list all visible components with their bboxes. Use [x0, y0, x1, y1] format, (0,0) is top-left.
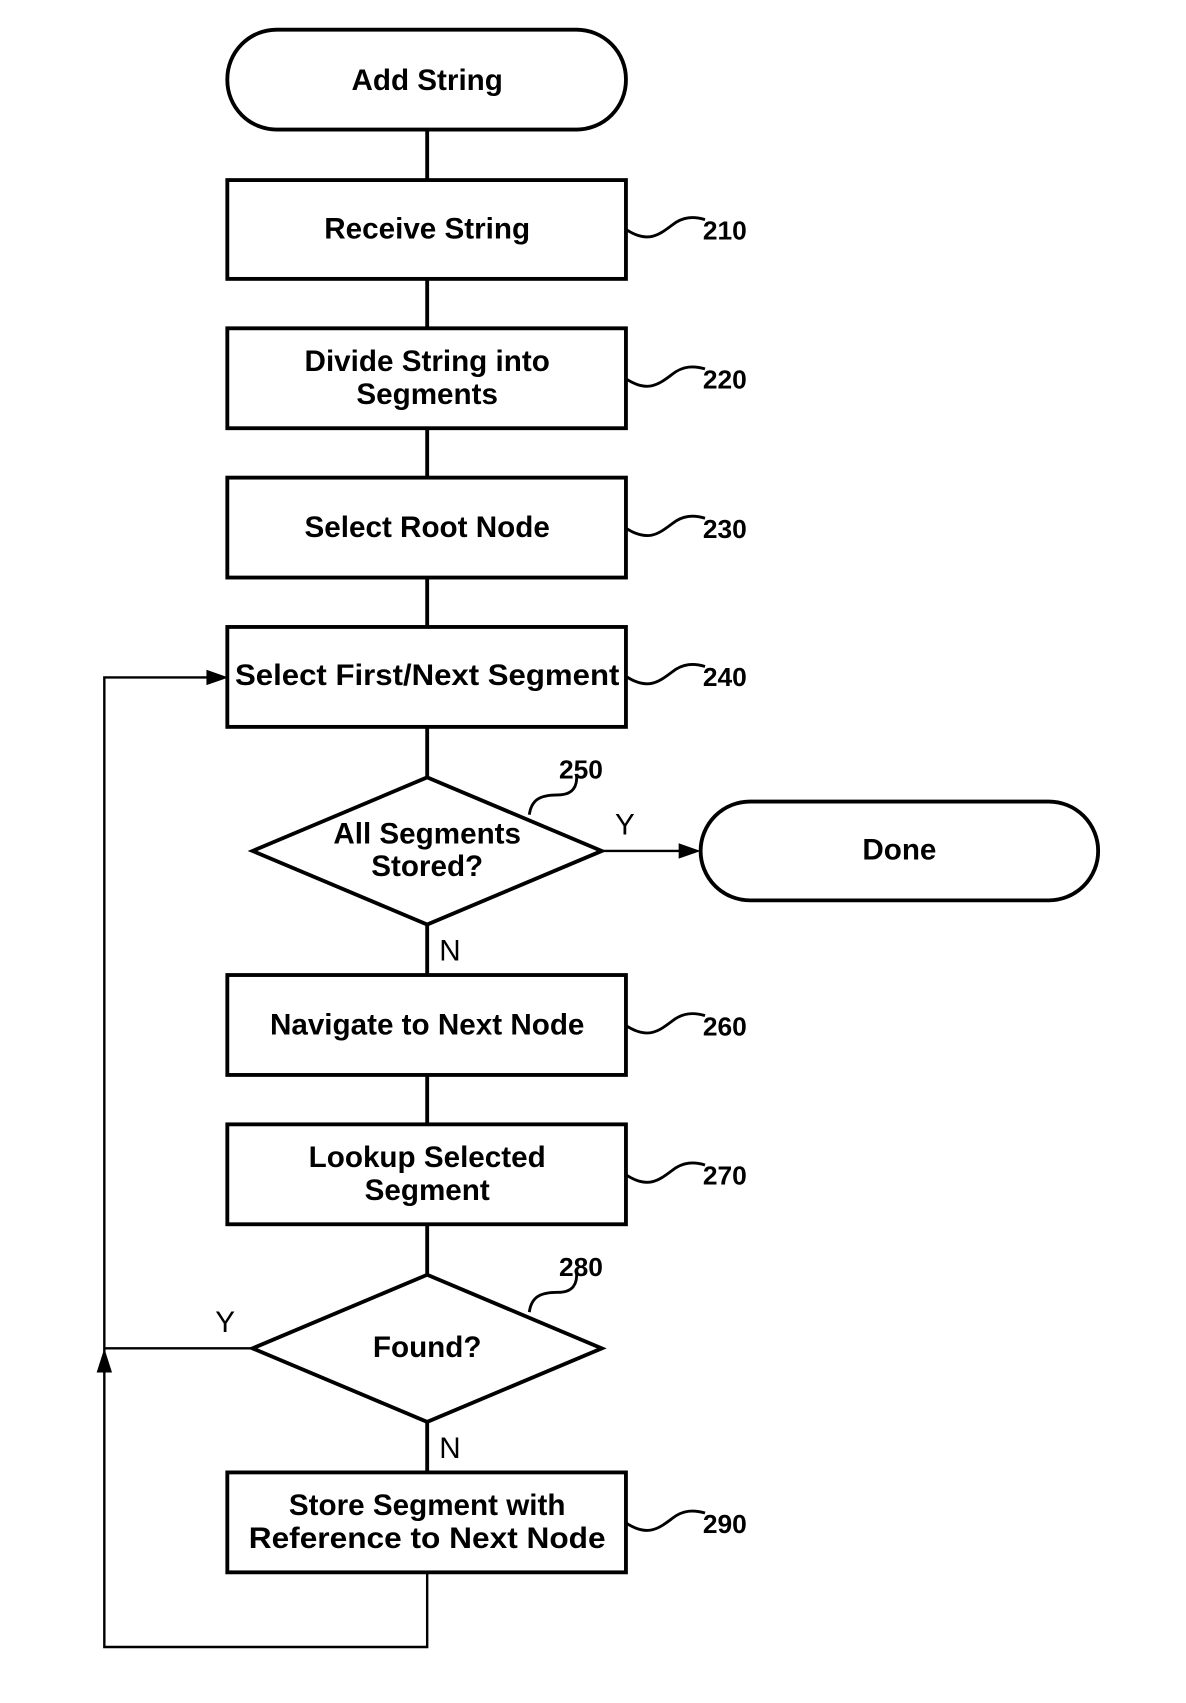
leader-220 [625, 365, 706, 388]
label-290-line2: Reference to Next Node [249, 1522, 606, 1555]
edge-label-250-yes: Y [615, 808, 635, 841]
arrowhead-240 [206, 669, 229, 686]
label-280: Found? [373, 1331, 482, 1364]
label-220-line1: Divide String into [305, 345, 550, 378]
leader-210 [625, 216, 706, 239]
label-220-line2: Segments [356, 378, 498, 411]
label-230: Select Root Node [305, 511, 550, 544]
ref-230: 230 [703, 514, 747, 544]
label-270-line2: Segment [365, 1174, 490, 1207]
arrowhead-done [678, 843, 701, 859]
ref-240: 240 [703, 662, 747, 692]
label-290-line1: Store Segment with [289, 1489, 566, 1522]
label-start: Add String [351, 64, 502, 97]
edge-label-280-yes: Y [215, 1306, 235, 1339]
ref-270: 270 [703, 1161, 747, 1191]
label-250-line1: All Segments [333, 817, 521, 850]
leader-270 [625, 1161, 706, 1184]
label-210: Receive String [324, 212, 530, 245]
ref-250: 250 [559, 754, 603, 784]
ref-290: 290 [703, 1509, 747, 1539]
leader-240 [625, 663, 706, 686]
edge-label-250-no: N [439, 935, 460, 968]
label-done: Done [862, 834, 936, 867]
ref-210: 210 [703, 215, 747, 245]
leader-260 [625, 1012, 706, 1035]
label-270-line1: Lookup Selected [309, 1141, 546, 1174]
label-250-line2: Stored? [371, 850, 483, 883]
flowchart: Add String Receive String Divide String … [96, 27, 1101, 1649]
leader-290 [625, 1509, 706, 1532]
label-260: Navigate to Next Node [270, 1008, 584, 1041]
edge-label-280-no: N [439, 1432, 460, 1465]
leader-230 [625, 514, 706, 538]
ref-280: 280 [559, 1252, 603, 1282]
label-240: Select First/Next Segment [235, 659, 619, 692]
ref-260: 260 [703, 1011, 747, 1041]
ref-220: 220 [703, 365, 747, 395]
